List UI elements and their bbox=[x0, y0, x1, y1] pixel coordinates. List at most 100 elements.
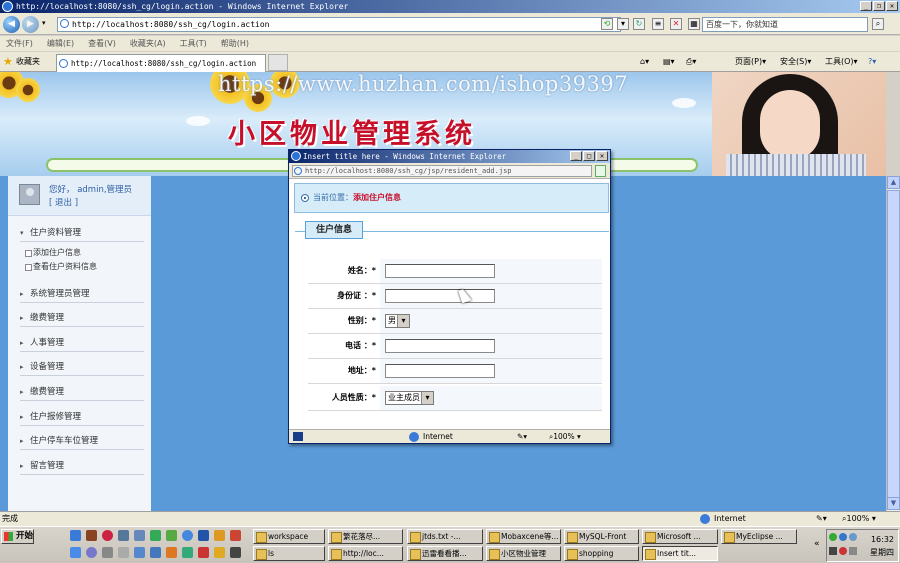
close-button[interactable]: ✕ bbox=[886, 1, 898, 11]
app-quicklaunch-icon[interactable] bbox=[118, 530, 129, 541]
task-button[interactable]: 迅雷看看播... bbox=[407, 546, 483, 561]
sidebar-item-admin[interactable]: 系统管理员管理 bbox=[20, 285, 144, 303]
menu-help[interactable]: 帮助(H) bbox=[221, 36, 249, 51]
app-quicklaunch-icon[interactable] bbox=[214, 530, 225, 541]
task-button[interactable]: http://loc... bbox=[328, 546, 403, 561]
tray-icon[interactable] bbox=[829, 533, 837, 541]
task-button[interactable]: MySQL-Front bbox=[564, 529, 639, 544]
search-icon[interactable]: ⌕ bbox=[872, 18, 884, 30]
task-button[interactable]: Microsoft ... bbox=[642, 529, 718, 544]
stop-icon[interactable]: ✕ bbox=[670, 18, 682, 30]
help-icon[interactable]: ?▾ bbox=[868, 56, 876, 68]
app-quicklaunch-icon[interactable] bbox=[86, 547, 97, 558]
menu-edit[interactable]: 编辑(E) bbox=[47, 36, 74, 51]
home-icon[interactable]: ⌂▾ bbox=[640, 56, 649, 68]
scroll-up-icon[interactable]: ▲ bbox=[887, 176, 900, 189]
tray-icon[interactable] bbox=[839, 533, 847, 541]
sidebar-item-payment[interactable]: 缴费管理 bbox=[20, 309, 144, 327]
compat-view-icon[interactable]: ⟲ bbox=[601, 18, 613, 30]
menu-file[interactable]: 文件(F) bbox=[6, 36, 33, 51]
app-quicklaunch-icon[interactable] bbox=[134, 530, 145, 541]
address-dropdown-icon[interactable]: ▾ bbox=[617, 18, 629, 30]
protected-mode-icon[interactable]: ✎▾ bbox=[816, 512, 827, 526]
app-quicklaunch-icon[interactable] bbox=[150, 547, 161, 558]
back-button[interactable]: ◀ bbox=[3, 16, 20, 33]
popup-address-bar[interactable]: http://localhost:8080/ssh_cg/jsp/residen… bbox=[292, 165, 592, 177]
address-input[interactable] bbox=[385, 364, 495, 378]
print-icon[interactable]: ⎙▾ bbox=[686, 56, 696, 68]
sidebar-item-repair[interactable]: 住户报修管理 bbox=[20, 408, 144, 426]
task-button[interactable]: shopping bbox=[564, 546, 639, 561]
tray-icon[interactable] bbox=[849, 533, 857, 541]
forward-button[interactable]: ▶ bbox=[22, 16, 39, 33]
task-button[interactable]: jtds.txt -... bbox=[407, 529, 483, 544]
app-quicklaunch-icon[interactable] bbox=[182, 547, 193, 558]
app-quicklaunch-icon[interactable] bbox=[198, 530, 209, 541]
app-quicklaunch-icon[interactable] bbox=[198, 547, 209, 558]
sidebar-item-messages[interactable]: 留言管理 bbox=[20, 457, 144, 475]
app-quicklaunch-icon[interactable] bbox=[70, 547, 81, 558]
page-menu[interactable]: 页面(P)▾ bbox=[735, 56, 766, 68]
tray-icon[interactable] bbox=[829, 547, 837, 555]
task-button[interactable]: 小区物业管理 bbox=[486, 546, 561, 561]
menu-tools[interactable]: 工具(T) bbox=[180, 36, 207, 51]
popup-protected-icon[interactable]: ✎▾ bbox=[517, 430, 527, 443]
app-quicklaunch-icon[interactable] bbox=[230, 547, 241, 558]
start-button[interactable]: 开始 bbox=[1, 529, 34, 544]
app-quicklaunch-icon[interactable] bbox=[166, 530, 177, 541]
player-quicklaunch-icon[interactable] bbox=[102, 530, 113, 541]
app-quicklaunch-icon[interactable] bbox=[230, 530, 241, 541]
task-button[interactable]: MyEclipse ... bbox=[721, 529, 797, 544]
page-scrollbar[interactable]: ▲ ▼ bbox=[886, 176, 900, 511]
name-input[interactable] bbox=[385, 264, 495, 278]
taskbar-expand-icon[interactable]: « bbox=[814, 539, 820, 549]
search-input[interactable]: 百度一下，你就知道 bbox=[702, 17, 868, 32]
app-quicklaunch-icon[interactable] bbox=[150, 530, 161, 541]
safety-menu[interactable]: 安全(S)▾ bbox=[780, 56, 811, 68]
task-button[interactable]: Mobaxcene等... bbox=[486, 529, 561, 544]
sidebar-item-fees[interactable]: 缴费管理 bbox=[20, 383, 144, 401]
address-bar[interactable]: http://localhost:8080/ssh_cg/login.actio… bbox=[57, 17, 621, 32]
restore-button[interactable]: ❐ bbox=[873, 1, 885, 11]
popup-maximize-button[interactable]: □ bbox=[583, 151, 595, 161]
app-quicklaunch-icon[interactable] bbox=[134, 547, 145, 558]
menu-view[interactable]: 查看(V) bbox=[88, 36, 116, 51]
browser-tab[interactable]: http://localhost:8080/ssh_cg/login.actio… bbox=[56, 54, 266, 72]
popup-zoom[interactable]: ⌕100% ▾ bbox=[549, 430, 581, 443]
app-quicklaunch-icon[interactable] bbox=[182, 530, 193, 541]
scroll-down-icon[interactable]: ▼ bbox=[887, 497, 900, 510]
ie-quicklaunch-icon[interactable] bbox=[70, 530, 81, 541]
gender-select[interactable]: 男 bbox=[385, 314, 410, 328]
app-quicklaunch-icon[interactable] bbox=[102, 547, 113, 558]
refresh-icon[interactable]: ↻ bbox=[633, 18, 645, 30]
feeds-cmd-icon[interactable]: ▤▾ bbox=[663, 56, 675, 68]
popup-close-button[interactable]: ✕ bbox=[596, 151, 608, 161]
menu-favorites[interactable]: 收藏夹(A) bbox=[130, 36, 166, 51]
favorites-button[interactable]: ★ 收藏夹 bbox=[2, 55, 40, 69]
sidebar-item-hr[interactable]: 人事管理 bbox=[20, 334, 144, 352]
volume-icon[interactable] bbox=[849, 547, 857, 555]
nav-dropdown-icon[interactable]: ▾ bbox=[42, 19, 46, 27]
sidebar-sub-view-resident[interactable]: 查看住户资料信息 bbox=[24, 261, 97, 273]
resident-type-select[interactable]: 业主成员 bbox=[385, 391, 434, 405]
app-quicklaunch-icon[interactable] bbox=[118, 547, 129, 558]
task-button[interactable]: ls bbox=[253, 546, 325, 561]
app-quicklaunch-icon[interactable] bbox=[214, 547, 225, 558]
minimize-button[interactable]: _ bbox=[860, 1, 872, 11]
scroll-thumb[interactable] bbox=[887, 190, 900, 498]
popup-minimize-button[interactable]: _ bbox=[570, 151, 582, 161]
sidebar-item-parking[interactable]: 住户停车车位管理 bbox=[20, 432, 144, 450]
feeds-icon[interactable]: ≡ bbox=[652, 18, 664, 30]
app-quicklaunch-icon[interactable] bbox=[86, 530, 97, 541]
sidebar-item-resident[interactable]: 住户资料管理 bbox=[20, 224, 144, 242]
task-button-active[interactable]: Insert tit... bbox=[642, 546, 718, 561]
sidebar-sub-add-resident[interactable]: 添加住户信息 bbox=[24, 247, 81, 259]
tools-menu[interactable]: 工具(O)▾ bbox=[825, 56, 858, 68]
new-tab-button[interactable] bbox=[268, 54, 288, 71]
phone-input[interactable] bbox=[385, 339, 495, 353]
sidebar-item-equipment[interactable]: 设备管理 bbox=[20, 358, 144, 376]
task-button[interactable]: workspace bbox=[253, 529, 325, 544]
id-card-input[interactable] bbox=[385, 289, 495, 303]
logout-link[interactable]: [ 退出 ] bbox=[49, 197, 132, 210]
tray-icon[interactable] bbox=[839, 547, 847, 555]
